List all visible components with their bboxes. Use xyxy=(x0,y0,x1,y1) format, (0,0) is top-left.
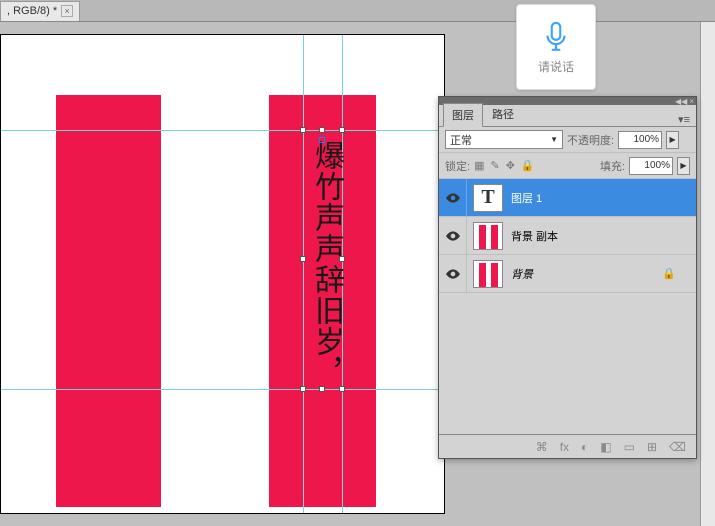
lock-icons: ▦ ✎ ✥ 🔒 xyxy=(474,159,535,172)
handle-tr[interactable] xyxy=(339,127,345,133)
layer-row-background[interactable]: 背景 🔒 xyxy=(439,255,696,293)
handle-br[interactable] xyxy=(339,386,345,392)
handle-bc[interactable] xyxy=(319,386,325,392)
layer-list: T 图层 1 背景 副本 背景 🔒 xyxy=(439,179,696,434)
layer-name[interactable]: 背景 副本 xyxy=(511,228,558,244)
close-icon[interactable]: × xyxy=(61,5,73,17)
text-bound-bottom xyxy=(1,389,444,390)
layer-thumb: T xyxy=(473,184,503,212)
chevron-down-icon: ▼ xyxy=(550,135,558,144)
panel-footer: ⌘ fx ◐ ◧ ▭ ⊞ ⌫ xyxy=(439,434,696,458)
document-tab[interactable]: , RGB/8) * × xyxy=(0,1,80,21)
lock-label: 锁定: xyxy=(445,158,470,174)
layers-panel: ◀◀ × 图层 路径 ▾≡ 正常 ▼ 不透明度: 100% ▶ 锁定: ▦ ✎ … xyxy=(438,96,697,459)
fill-label: 填充: xyxy=(600,158,625,174)
tab-layers[interactable]: 图层 xyxy=(443,103,483,127)
link-layers-icon[interactable]: ⌘ xyxy=(536,440,548,454)
text-bound-top xyxy=(1,130,444,131)
voice-input-widget[interactable]: 请说话 xyxy=(516,4,596,90)
layer-thumb xyxy=(473,222,503,250)
document-tab-bar: , RGB/8) * × xyxy=(0,0,715,22)
text-anchor[interactable] xyxy=(319,137,325,143)
opacity-flyout-icon[interactable]: ▶ xyxy=(666,131,679,149)
lock-paint-icon[interactable]: ✎ xyxy=(490,159,499,172)
layer-name[interactable]: 图层 1 xyxy=(511,190,542,206)
opacity-input[interactable]: 100% xyxy=(618,131,662,149)
text-bound-left xyxy=(303,35,304,513)
handle-bl[interactable] xyxy=(300,386,306,392)
opacity-label: 不透明度: xyxy=(567,132,614,148)
panel-menu-icon[interactable]: ▾≡ xyxy=(672,113,696,126)
fill-flyout-icon[interactable]: ▶ xyxy=(677,157,690,175)
blend-row: 正常 ▼ 不透明度: 100% ▶ xyxy=(439,127,696,153)
fill-input[interactable]: 100% xyxy=(629,157,673,175)
tab-label: , RGB/8) * xyxy=(7,5,57,17)
eye-icon xyxy=(446,193,460,203)
voice-hint: 请说话 xyxy=(538,58,574,75)
vertical-ruler xyxy=(700,22,715,526)
visibility-toggle[interactable] xyxy=(439,217,467,254)
panel-tabs: 图层 路径 ▾≡ xyxy=(439,105,696,127)
microphone-icon xyxy=(539,20,573,54)
vertical-text[interactable]: 爆竹声声辞旧岁， xyxy=(311,140,341,388)
blend-mode-select[interactable]: 正常 ▼ xyxy=(445,130,563,149)
handle-mr[interactable] xyxy=(339,256,345,262)
lock-move-icon[interactable]: ✥ xyxy=(506,159,515,172)
delete-layer-icon[interactable]: ⌫ xyxy=(669,440,686,454)
group-icon[interactable]: ▭ xyxy=(624,440,635,454)
handle-tc[interactable] xyxy=(319,127,325,133)
layer-mask-icon[interactable]: ◐ xyxy=(581,440,588,454)
lock-transparent-icon[interactable]: ▦ xyxy=(474,159,484,172)
handle-tl[interactable] xyxy=(300,127,306,133)
visibility-toggle[interactable] xyxy=(439,179,467,216)
canvas[interactable]: 爆竹声声辞旧岁， xyxy=(0,34,445,514)
visibility-toggle[interactable] xyxy=(439,255,467,292)
layer-thumb xyxy=(473,260,503,288)
tab-paths[interactable]: 路径 xyxy=(483,102,523,126)
adjustment-layer-icon[interactable]: ◧ xyxy=(600,440,611,454)
lock-all-icon[interactable]: 🔒 xyxy=(521,159,535,172)
red-banner-left xyxy=(56,95,161,507)
layer-row-text[interactable]: T 图层 1 xyxy=(439,179,696,217)
eye-icon xyxy=(446,269,460,279)
blend-mode-value: 正常 xyxy=(450,132,472,148)
layer-row-copy[interactable]: 背景 副本 xyxy=(439,217,696,255)
layer-fx-icon[interactable]: fx xyxy=(560,440,569,454)
handle-ml[interactable] xyxy=(300,256,306,262)
eye-icon xyxy=(446,231,460,241)
lock-icon: 🔒 xyxy=(662,267,676,280)
new-layer-icon[interactable]: ⊞ xyxy=(647,440,657,454)
lock-row: 锁定: ▦ ✎ ✥ 🔒 填充: 100% ▶ xyxy=(439,153,696,179)
layer-name[interactable]: 背景 xyxy=(511,266,533,282)
